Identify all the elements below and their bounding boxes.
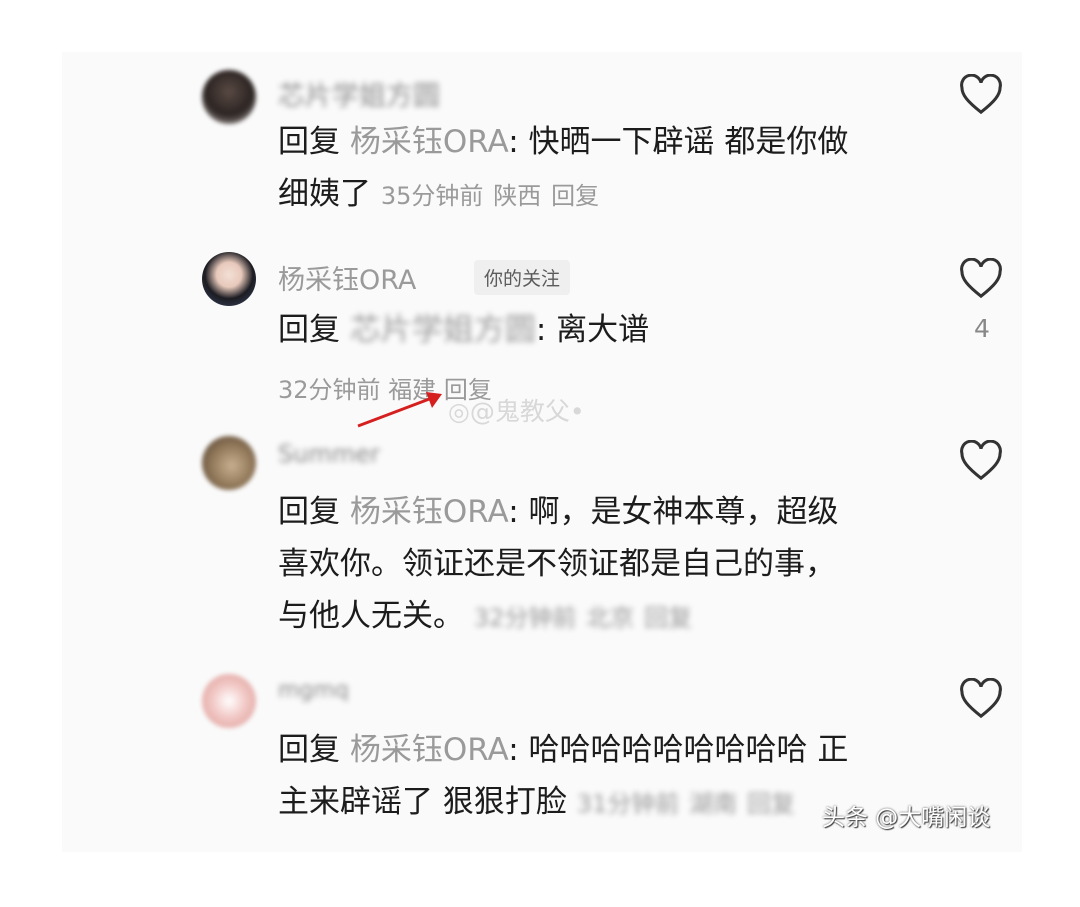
- reply-button[interactable]: 回复: [551, 182, 599, 210]
- comment-list: 芯片学姐方圆 回复 杨采钰ORA: 快晒一下辟谣 都是你做 细姨了 35分钟前 …: [62, 52, 1022, 852]
- username[interactable]: Summer: [278, 440, 380, 468]
- avatar[interactable]: [202, 436, 256, 490]
- reply-label: 回复: [278, 124, 340, 160]
- heart-icon[interactable]: [958, 678, 1004, 720]
- weibo-logo-icon: ◎: [448, 397, 470, 426]
- timestamp: 31分钟前: [576, 790, 680, 818]
- timestamp: 35分钟前: [380, 182, 484, 210]
- reply-label: 回复: [278, 494, 340, 530]
- toutiao-watermark: 头条 @大嘴闲谈: [822, 805, 991, 831]
- comment-text: 回复 芯片学姐方圆: 离大谱: [278, 312, 650, 348]
- reply-label: 回复: [278, 312, 340, 348]
- comment-body: 与他人无关。: [278, 598, 464, 634]
- reply-button[interactable]: 回复: [644, 604, 692, 632]
- comment-body: 细姨了: [278, 176, 371, 212]
- reply-button[interactable]: 回复: [747, 790, 795, 818]
- avatar[interactable]: [202, 70, 256, 124]
- reply-to-username[interactable]: 杨采钰ORA: [350, 494, 508, 530]
- reply-label: 回复: [278, 732, 340, 768]
- comment-body: 离大谱: [556, 312, 650, 348]
- username[interactable]: 芯片学姐方圆: [278, 74, 440, 113]
- annotation-arrow: [357, 392, 442, 428]
- heart-icon[interactable]: [958, 440, 1004, 482]
- location: 陕西: [493, 182, 542, 210]
- comment-text: 回复 杨采钰ORA: 快晒一下辟谣 都是你做 细姨了 35分钟前 陕西 回复: [278, 124, 849, 212]
- comment-text: 回复 杨采钰ORA: 啊，是女神本尊，超级 喜欢你。领证还是不领证都是自己的事，…: [278, 486, 918, 644]
- avatar[interactable]: [202, 252, 256, 306]
- reply-to-username[interactable]: 杨采钰ORA: [350, 124, 508, 160]
- heart-icon[interactable]: [958, 74, 1004, 116]
- timestamp: 32分钟前: [473, 604, 577, 632]
- reply-to-username[interactable]: 芯片学姐方圆: [350, 312, 536, 348]
- comment-body: 主来辟谣了 狠狠打脸: [278, 784, 567, 820]
- username[interactable]: mgmq: [278, 678, 349, 703]
- location: 北京: [586, 604, 635, 632]
- comment-body: 快晒一下辟谣 都是你做: [528, 124, 849, 160]
- location: 湖南: [689, 790, 738, 818]
- reply-to-username[interactable]: 杨采钰ORA: [350, 732, 508, 768]
- comment-body: 哈哈哈哈哈哈哈哈哈 正: [528, 732, 849, 768]
- comment-body: 喜欢你。领证还是不领证都是自己的事，: [278, 546, 836, 582]
- weibo-watermark: ◎@鬼教父•: [448, 397, 585, 426]
- weibo-watermark-text: @鬼教父: [469, 397, 570, 426]
- comment-body: 啊，是女神本尊，超级: [528, 494, 839, 530]
- heart-icon[interactable]: [958, 258, 1004, 300]
- username[interactable]: 杨采钰ORA: [278, 258, 416, 297]
- avatar[interactable]: [202, 674, 256, 728]
- following-badge: 你的关注: [474, 260, 571, 295]
- like-count: 4: [974, 314, 990, 343]
